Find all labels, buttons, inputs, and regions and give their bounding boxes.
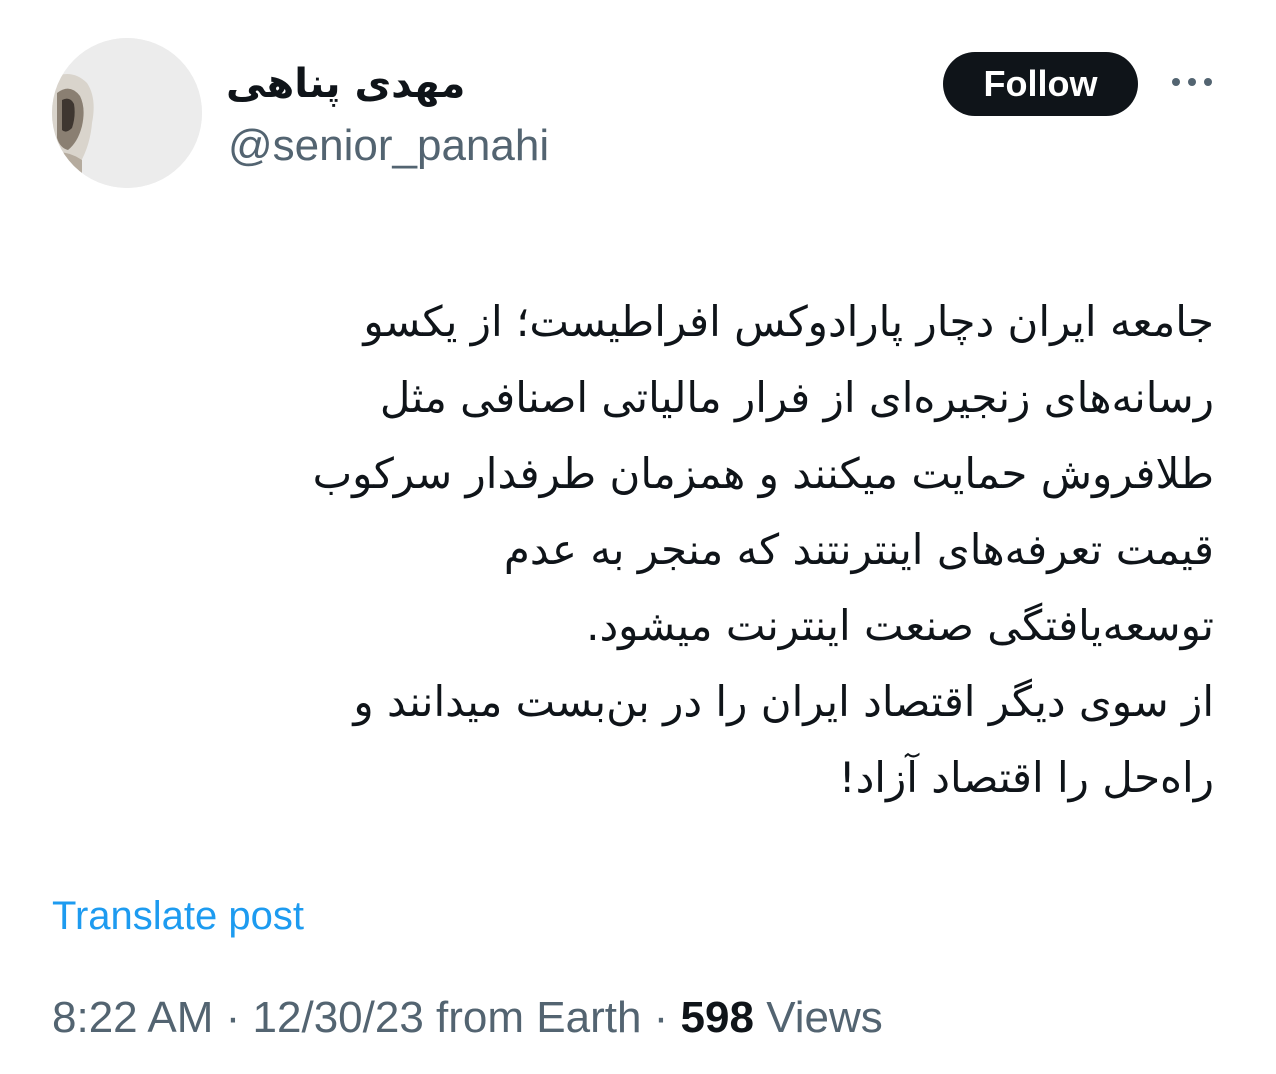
views-count: 598 xyxy=(680,993,754,1042)
display-name[interactable]: مهدی پناهی xyxy=(226,58,526,110)
tweet-text-line: رسانه‌های زنجیره‌ای از فرار مالیاتی اصنا… xyxy=(379,373,1214,422)
tweet-time[interactable]: 8:22 AM xyxy=(52,993,213,1042)
user-handle[interactable]: @senior_panahi xyxy=(228,120,549,172)
translate-post-link[interactable]: Translate post xyxy=(52,888,304,944)
tweet-metadata: 8:22 AM · 12/30/23 from Earth · 598 View… xyxy=(52,988,883,1048)
more-horizontal-icon xyxy=(1172,78,1212,86)
tweet-text-line: طلافروش حمایت میکنند و همزمان طرفدار سرک… xyxy=(312,449,1214,498)
tweet-text-line: راه‌حل را اقتصاد آزاد! xyxy=(838,753,1214,802)
tweet-date[interactable]: 12/30/23 from Earth xyxy=(253,993,642,1042)
avatar[interactable] xyxy=(52,38,202,188)
avatar-image xyxy=(52,38,202,188)
views-label: Views xyxy=(766,993,883,1042)
tweet-text-line: جامعه ایران دچار پارادوکس افراطیست؛ از ی… xyxy=(363,297,1214,346)
tweet-text-line: قیمت تعرفه‌های اینترنتند که منجر به عدم xyxy=(503,525,1214,574)
meta-separator: · xyxy=(213,993,253,1042)
tweet-text-line: توسعه‌یافتگی صنعت اینترنت میشود. xyxy=(586,601,1214,650)
meta-separator: · xyxy=(641,993,681,1042)
follow-button[interactable]: Follow xyxy=(943,52,1138,116)
tweet-text-line: از سوی دیگر اقتصاد ایران را در بن‌بست می… xyxy=(353,677,1214,726)
tweet-text: جامعه ایران دچار پارادوکس افراطیست؛ از ی… xyxy=(80,284,1214,816)
more-options-button[interactable] xyxy=(1164,66,1220,98)
